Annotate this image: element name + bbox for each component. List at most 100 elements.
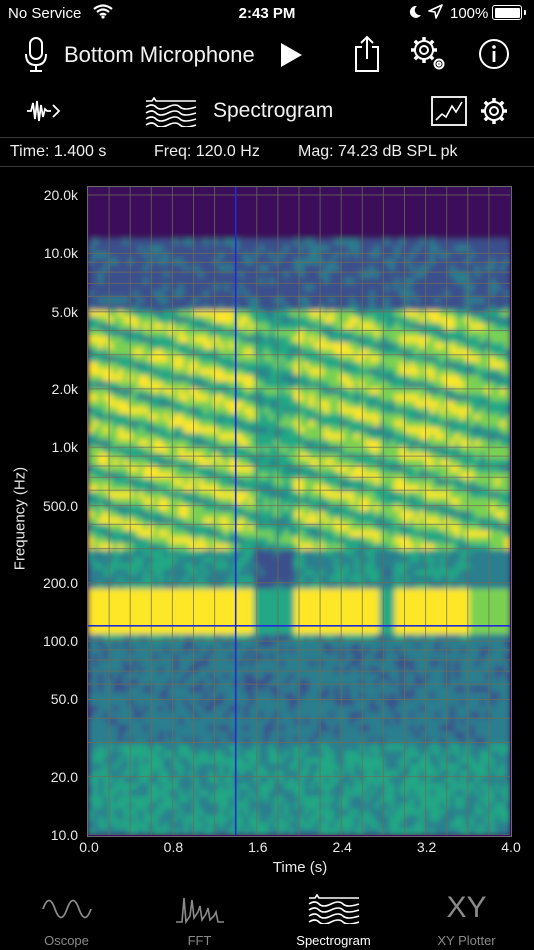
heatmap-cell xyxy=(193,705,200,713)
heatmap-cell xyxy=(98,517,104,525)
heatmap-cell xyxy=(248,530,255,538)
heatmap-cell xyxy=(283,763,290,771)
heatmap-cell xyxy=(288,530,295,538)
heatmap-cell xyxy=(228,284,235,292)
settings-button[interactable] xyxy=(408,34,450,74)
heatmap-cell xyxy=(243,802,250,810)
heatmap-cell xyxy=(314,601,320,609)
spectrogram-plot[interactable] xyxy=(87,186,512,837)
heatmap-cell xyxy=(233,232,240,240)
heatmap-cell xyxy=(203,731,210,739)
heatmap-cell xyxy=(228,627,235,635)
heatmap-cell xyxy=(299,640,305,648)
heatmap-cell xyxy=(238,640,245,648)
heatmap-cell xyxy=(258,776,265,784)
heatmap-cell xyxy=(183,394,190,402)
heatmap-cell xyxy=(324,310,330,318)
heatmap-cell xyxy=(113,562,119,570)
heatmap-cell xyxy=(203,361,210,370)
heatmap-cell xyxy=(143,757,149,765)
spectrogram-heatmap[interactable] xyxy=(88,187,511,836)
heatmap-cell xyxy=(98,556,104,564)
heatmap-cell xyxy=(278,595,285,603)
heatmap-cell xyxy=(238,608,245,616)
view-settings-button[interactable] xyxy=(478,95,510,127)
heatmap-cell xyxy=(113,731,119,739)
heatmap-cell xyxy=(273,562,280,570)
heatmap-cell xyxy=(228,355,235,363)
heatmap-cell xyxy=(88,498,94,506)
heatmap-cell xyxy=(309,588,315,596)
heatmap-cell xyxy=(133,621,139,629)
heatmap-cell xyxy=(128,724,134,732)
heatmap-cell xyxy=(273,245,280,253)
heatmap-cell xyxy=(218,601,225,609)
heatmap-cell xyxy=(193,757,200,765)
play-button[interactable] xyxy=(276,40,306,70)
heatmap-cell xyxy=(263,608,270,616)
heatmap-cell xyxy=(314,219,320,227)
heatmap-cell xyxy=(324,472,330,480)
heatmap-cell xyxy=(143,361,149,370)
input-source-label[interactable]: Bottom Microphone xyxy=(64,42,255,68)
heatmap-cell xyxy=(329,692,335,700)
heatmap-cell xyxy=(203,776,210,784)
heatmap-cell xyxy=(113,485,119,493)
heatmap-cell xyxy=(93,744,99,752)
heatmap-cell xyxy=(329,264,335,272)
heatmap-cell xyxy=(278,802,285,810)
heatmap-cell xyxy=(88,439,94,447)
waveform-menu-button[interactable] xyxy=(24,96,64,126)
heatmap-cell xyxy=(138,796,144,804)
heatmap-cell xyxy=(138,575,144,583)
heatmap-cell xyxy=(218,368,225,376)
heatmap-cell xyxy=(193,588,200,596)
heatmap-cell xyxy=(103,219,109,227)
heatmap-cell xyxy=(248,815,255,823)
heatmap-cell xyxy=(163,368,169,376)
heatmap-cell xyxy=(263,523,270,532)
heatmap-cell xyxy=(138,374,144,382)
heatmap-cell xyxy=(223,685,230,694)
heatmap-cell xyxy=(98,472,104,480)
heatmap-cell xyxy=(258,297,265,305)
heatmap-cell xyxy=(263,238,270,246)
heatmap-cell xyxy=(263,724,270,732)
heatmap-cell xyxy=(243,400,250,408)
chart-button[interactable] xyxy=(430,95,468,127)
heatmap-cell xyxy=(133,413,139,421)
info-button[interactable] xyxy=(477,37,511,71)
heatmap-cell xyxy=(218,543,225,551)
heatmap-cell xyxy=(309,789,315,797)
heatmap-cell xyxy=(273,297,280,305)
heatmap-cell xyxy=(283,517,290,525)
heatmap-cell xyxy=(304,530,310,538)
heatmap-cell xyxy=(168,316,175,324)
heatmap-cell xyxy=(278,251,285,259)
heatmap-cell xyxy=(288,355,295,363)
heatmap-cell xyxy=(123,381,129,389)
heatmap-cell xyxy=(299,627,305,635)
heatmap-cell xyxy=(299,491,305,499)
heatmap-cell xyxy=(163,556,169,564)
heatmap-cell xyxy=(238,569,245,577)
heatmap-cell xyxy=(118,491,124,499)
view-title: Spectrogram xyxy=(213,99,334,122)
heatmap-cell xyxy=(223,303,230,311)
heatmap-cell xyxy=(198,536,205,544)
heatmap-cell xyxy=(233,485,240,493)
heatmap-cell xyxy=(329,206,335,214)
heatmap-cell xyxy=(168,355,175,363)
microphone-icon[interactable] xyxy=(20,36,52,74)
heatmap-cell xyxy=(314,264,320,272)
heatmap-cell xyxy=(329,776,335,784)
heatmap-cell xyxy=(233,219,240,227)
heatmap-cell xyxy=(143,517,149,525)
heatmap-cell xyxy=(263,815,270,823)
heatmap-cell xyxy=(334,465,340,473)
share-button[interactable] xyxy=(350,34,384,74)
heatmap-cell xyxy=(314,685,320,694)
heatmap-cell xyxy=(243,439,250,447)
heatmap-cell xyxy=(158,763,164,771)
heatmap-cell xyxy=(153,491,159,499)
